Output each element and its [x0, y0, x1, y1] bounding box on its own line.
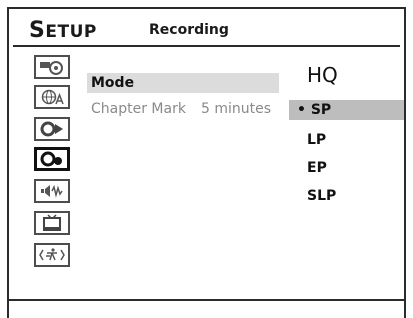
setup-screen: SETUP Recording Mode Chapter Mark 5 minu… — [7, 7, 406, 318]
disc-settings-icon — [40, 61, 63, 75]
header: SETUP Recording — [9, 9, 404, 45]
header-divider — [13, 45, 400, 47]
audio-icon — [41, 184, 63, 198]
chapter-mark-label[interactable]: Chapter Mark — [91, 101, 186, 117]
sidebar-item-playback[interactable] — [34, 117, 70, 141]
sidebar-item-audio[interactable] — [34, 179, 70, 203]
sidebar-item-language[interactable] — [34, 85, 70, 109]
option-ep[interactable]: EP — [307, 160, 327, 176]
option-sp[interactable]: • SP — [297, 102, 331, 118]
option-lp[interactable]: LP — [307, 132, 326, 148]
tv-display-icon — [43, 214, 61, 231]
sidebar-item-disc-settings[interactable] — [34, 55, 70, 79]
sidebar-item-exit[interactable] — [34, 243, 70, 267]
language-icon — [41, 89, 64, 105]
option-slp[interactable]: SLP — [307, 188, 336, 204]
page-title: SETUP — [29, 18, 97, 43]
chapter-mark-value: 5 minutes — [201, 101, 272, 117]
page-subtitle: Recording — [149, 22, 229, 38]
footer-divider — [9, 299, 404, 301]
playback-icon — [40, 121, 63, 137]
sidebar-item-tv-display[interactable] — [34, 211, 70, 235]
mode-label[interactable]: Mode — [91, 75, 134, 91]
mode-current-value: HQ — [307, 63, 338, 87]
exit-icon — [39, 248, 65, 261]
recording-icon — [40, 151, 62, 167]
sidebar-item-recording[interactable] — [34, 147, 70, 171]
option-bullet: • — [297, 102, 306, 118]
